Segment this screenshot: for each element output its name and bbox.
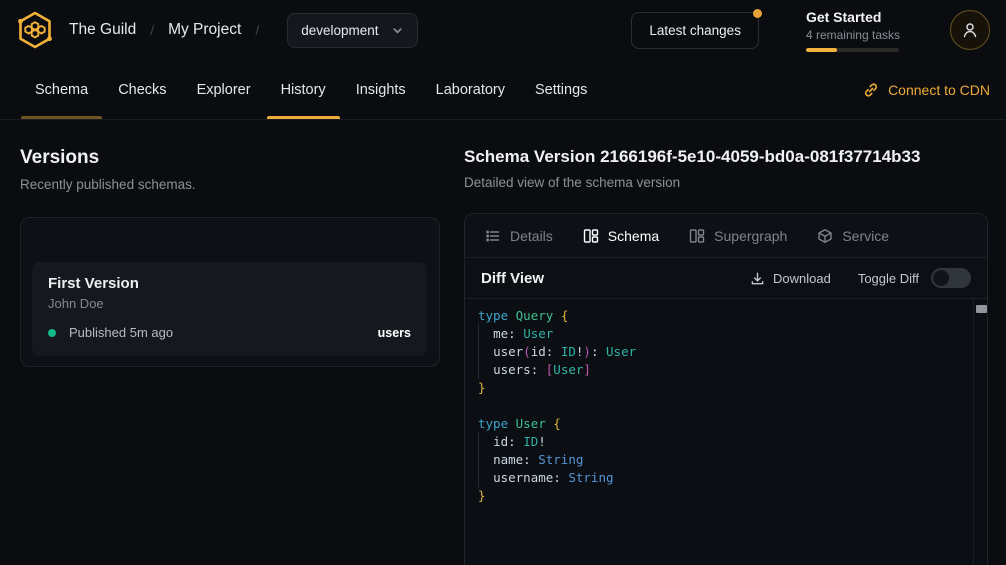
diff-view-header: Diff View Download Toggle Diff: [465, 258, 987, 299]
versions-panel: Versions Recently published schemas. Fir…: [20, 147, 440, 565]
breadcrumb-org[interactable]: The Guild: [69, 21, 136, 39]
list-icon: [485, 228, 501, 244]
nav-tab-schema[interactable]: Schema: [20, 60, 103, 119]
code-scrollbar[interactable]: [973, 299, 987, 565]
detail-tab-label: Details: [510, 228, 553, 244]
nav-tab-underline: [21, 116, 102, 119]
nav-tab-label: Settings: [535, 82, 587, 98]
user-avatar-button[interactable]: [950, 10, 990, 50]
cube-icon: [817, 228, 833, 244]
get-started-progress-fill: [806, 48, 837, 52]
detail-tab-details[interactable]: Details: [485, 228, 553, 244]
version-status-text: Published 5m ago: [69, 325, 173, 340]
toggle-diff-switch[interactable]: [931, 268, 971, 288]
environment-select-value: development: [301, 23, 378, 38]
get-started-widget[interactable]: Get Started 4 remaining tasks: [806, 9, 900, 52]
top-header: The Guild / My Project / development Lat…: [0, 0, 1006, 60]
nav-tab-label: History: [281, 82, 326, 98]
nav-tab-label: Laboratory: [436, 82, 505, 98]
code-line: name: String: [478, 451, 967, 469]
indent-guide: [478, 431, 479, 487]
breadcrumb-project[interactable]: My Project: [168, 21, 241, 39]
nav-tab-label: Explorer: [197, 82, 251, 98]
code-line: username: String: [478, 469, 967, 487]
version-name: First Version: [48, 275, 411, 292]
nav-tab-underline: [267, 116, 340, 119]
nav-tab-settings[interactable]: Settings: [520, 60, 602, 119]
breadcrumb-separator: /: [255, 22, 259, 38]
detail-tab-label: Supergraph: [714, 228, 787, 244]
nav-tabs: Schema Checks Explorer History Insights Labor…: [20, 60, 602, 119]
code-line: type Query {: [478, 307, 967, 325]
code-line: users: [User]: [478, 361, 967, 379]
nav-tab-label: Schema: [35, 82, 88, 98]
detail-tab-label: Service: [842, 228, 889, 244]
chevron-down-icon: [391, 24, 404, 37]
schema-detail-container: Details Schema Supergraph Service Diff View…: [464, 213, 988, 565]
get-started-progressbar: [806, 48, 899, 52]
detail-tab-label: Schema: [608, 228, 659, 244]
code-line: }: [478, 487, 967, 505]
service-badge: users: [378, 326, 411, 340]
columns-icon: [583, 228, 599, 244]
user-icon: [961, 21, 979, 39]
detail-tab-schema[interactable]: Schema: [583, 228, 659, 244]
version-detail-panel: Schema Version 2166196f-5e10-4059-bd0a-0…: [464, 147, 988, 565]
latest-changes-button[interactable]: Latest changes: [631, 12, 759, 49]
detail-tab-supergraph[interactable]: Supergraph: [689, 228, 787, 244]
code-line: user(id: ID!): User: [478, 343, 967, 361]
latest-changes-label: Latest changes: [649, 23, 741, 38]
link-icon: [863, 82, 879, 98]
schema-code: type Query { me: User user(id: ID!): Use…: [465, 299, 987, 505]
versions-subtitle: Recently published schemas.: [20, 177, 440, 192]
connect-to-cdn-label: Connect to CDN: [888, 82, 990, 98]
main-content: Versions Recently published schemas. Fir…: [0, 120, 1006, 565]
download-button[interactable]: Download: [750, 271, 831, 286]
versions-title: Versions: [20, 147, 440, 169]
published-status-dot: [48, 329, 56, 337]
diff-view-title: Diff View: [481, 270, 544, 287]
code-line: me: User: [478, 325, 967, 343]
version-list-item[interactable]: First Version John Doe Published 5m ago …: [32, 262, 427, 356]
detail-tab-service[interactable]: Service: [817, 228, 889, 244]
columns-icon: [689, 228, 705, 244]
versions-list-card: First Version John Doe Published 5m ago …: [20, 217, 440, 367]
version-status-row: Published 5m ago users: [48, 325, 411, 340]
schema-version-subtitle: Detailed view of the schema version: [464, 175, 988, 190]
nav-tab-explorer[interactable]: Explorer: [182, 60, 266, 119]
get-started-subtitle: 4 remaining tasks: [806, 28, 900, 42]
code-scrollbar-thumb[interactable]: [976, 305, 987, 313]
indent-guide: [478, 323, 479, 379]
get-started-title: Get Started: [806, 9, 900, 25]
nav-tab-insights[interactable]: Insights: [341, 60, 421, 119]
code-line: id: ID!: [478, 433, 967, 451]
toggle-diff-knob: [933, 270, 949, 286]
schema-version-title: Schema Version 2166196f-5e10-4059-bd0a-0…: [464, 147, 988, 167]
environment-select[interactable]: development: [287, 13, 417, 48]
main-nav: Schema Checks Explorer History Insights Labor…: [0, 60, 1006, 120]
download-label: Download: [773, 271, 831, 286]
nav-tab-laboratory[interactable]: Laboratory: [421, 60, 520, 119]
nav-tab-label: Checks: [118, 82, 166, 98]
download-icon: [750, 271, 765, 286]
code-line: type User {: [478, 415, 967, 433]
code-line: [478, 397, 967, 415]
notification-dot: [753, 9, 762, 18]
breadcrumb-separator: /: [150, 22, 154, 38]
code-line: }: [478, 379, 967, 397]
toggle-diff-label: Toggle Diff: [858, 271, 919, 286]
hive-logo-icon: [16, 10, 54, 50]
connect-to-cdn-link[interactable]: Connect to CDN: [863, 60, 990, 119]
nav-tab-label: Insights: [356, 82, 406, 98]
schema-code-viewer: type Query { me: User user(id: ID!): Use…: [465, 299, 987, 565]
detail-tabs: Details Schema Supergraph Service: [465, 214, 987, 258]
nav-tab-history[interactable]: History: [266, 60, 341, 119]
version-author: John Doe: [48, 296, 411, 311]
nav-tab-checks[interactable]: Checks: [103, 60, 181, 119]
